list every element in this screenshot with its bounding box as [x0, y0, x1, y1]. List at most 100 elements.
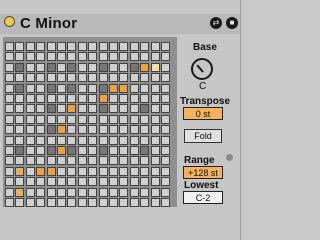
- grid-cell[interactable]: [67, 104, 76, 113]
- grid-cell[interactable]: [99, 125, 108, 134]
- device-on-toggle[interactable]: [4, 16, 15, 27]
- grid-cell[interactable]: [109, 177, 118, 186]
- grid-cell[interactable]: [119, 73, 128, 82]
- grid-cell[interactable]: [88, 136, 97, 145]
- grid-cell[interactable]: [78, 104, 87, 113]
- grid-cell[interactable]: [140, 63, 149, 72]
- grid-cell[interactable]: [57, 104, 66, 113]
- grid-cell[interactable]: [151, 156, 160, 165]
- grid-cell[interactable]: [5, 167, 14, 176]
- grid-cell[interactable]: [78, 52, 87, 61]
- grid-cell[interactable]: [130, 167, 139, 176]
- grid-cell[interactable]: [99, 177, 108, 186]
- grid-cell[interactable]: [119, 94, 128, 103]
- grid-cell[interactable]: [88, 73, 97, 82]
- grid-cell[interactable]: [36, 42, 45, 51]
- grid-cell[interactable]: [57, 198, 66, 207]
- grid-cell[interactable]: [15, 104, 24, 113]
- grid-cell[interactable]: [161, 73, 170, 82]
- grid-cell[interactable]: [78, 188, 87, 197]
- grid-cell[interactable]: [57, 125, 66, 134]
- grid-cell[interactable]: [140, 115, 149, 124]
- grid-cell[interactable]: [109, 125, 118, 134]
- grid-cell[interactable]: [67, 115, 76, 124]
- grid-cell[interactable]: [5, 52, 14, 61]
- grid-cell[interactable]: [26, 125, 35, 134]
- grid-cell[interactable]: [47, 84, 56, 93]
- grid-cell[interactable]: [36, 188, 45, 197]
- grid-cell[interactable]: [161, 188, 170, 197]
- grid-cell[interactable]: [47, 104, 56, 113]
- grid-cell[interactable]: [161, 167, 170, 176]
- grid-cell[interactable]: [151, 84, 160, 93]
- grid-cell[interactable]: [26, 198, 35, 207]
- grid-cell[interactable]: [47, 63, 56, 72]
- grid-cell[interactable]: [151, 125, 160, 134]
- grid-cell[interactable]: [140, 136, 149, 145]
- grid-cell[interactable]: [57, 94, 66, 103]
- grid-cell[interactable]: [140, 52, 149, 61]
- grid-cell[interactable]: [109, 104, 118, 113]
- grid-cell[interactable]: [119, 156, 128, 165]
- grid-cell[interactable]: [119, 167, 128, 176]
- grid-cell[interactable]: [140, 94, 149, 103]
- grid-cell[interactable]: [5, 198, 14, 207]
- grid-cell[interactable]: [140, 84, 149, 93]
- grid-cell[interactable]: [99, 84, 108, 93]
- grid-cell[interactable]: [78, 177, 87, 186]
- grid-cell[interactable]: [15, 115, 24, 124]
- grid-cell[interactable]: [130, 84, 139, 93]
- grid-cell[interactable]: [15, 167, 24, 176]
- grid-cell[interactable]: [161, 146, 170, 155]
- grid-cell[interactable]: [88, 198, 97, 207]
- grid-cell[interactable]: [57, 167, 66, 176]
- grid-cell[interactable]: [47, 156, 56, 165]
- grid-cell[interactable]: [26, 94, 35, 103]
- grid-cell[interactable]: [130, 115, 139, 124]
- grid-cell[interactable]: [5, 73, 14, 82]
- grid-cell[interactable]: [161, 136, 170, 145]
- grid-cell[interactable]: [109, 84, 118, 93]
- grid-cell[interactable]: [26, 84, 35, 93]
- grid-cell[interactable]: [119, 84, 128, 93]
- grid-cell[interactable]: [130, 146, 139, 155]
- grid-cell[interactable]: [99, 167, 108, 176]
- grid-cell[interactable]: [99, 104, 108, 113]
- grid-cell[interactable]: [47, 198, 56, 207]
- grid-cell[interactable]: [57, 156, 66, 165]
- grid-cell[interactable]: [161, 84, 170, 93]
- grid-cell[interactable]: [140, 177, 149, 186]
- grid-cell[interactable]: [15, 188, 24, 197]
- grid-cell[interactable]: [161, 156, 170, 165]
- grid-cell[interactable]: [67, 146, 76, 155]
- grid-cell[interactable]: [57, 73, 66, 82]
- grid-cell[interactable]: [36, 136, 45, 145]
- grid-cell[interactable]: [109, 198, 118, 207]
- grid-cell[interactable]: [99, 52, 108, 61]
- grid-cell[interactable]: [26, 52, 35, 61]
- grid-cell[interactable]: [67, 177, 76, 186]
- grid-cell[interactable]: [15, 125, 24, 134]
- grid-cell[interactable]: [140, 42, 149, 51]
- grid-cell[interactable]: [5, 146, 14, 155]
- grid-cell[interactable]: [26, 104, 35, 113]
- grid-cell[interactable]: [130, 73, 139, 82]
- grid-cell[interactable]: [130, 52, 139, 61]
- grid-cell[interactable]: [15, 177, 24, 186]
- grid-cell[interactable]: [151, 115, 160, 124]
- grid-cell[interactable]: [78, 84, 87, 93]
- grid-cell[interactable]: [151, 188, 160, 197]
- grid-cell[interactable]: [130, 125, 139, 134]
- grid-cell[interactable]: [140, 146, 149, 155]
- grid-cell[interactable]: [88, 63, 97, 72]
- grid-cell[interactable]: [140, 167, 149, 176]
- grid-cell[interactable]: [36, 125, 45, 134]
- grid-cell[interactable]: [151, 73, 160, 82]
- grid-cell[interactable]: [109, 94, 118, 103]
- grid-cell[interactable]: [130, 198, 139, 207]
- grid-cell[interactable]: [36, 63, 45, 72]
- grid-cell[interactable]: [78, 167, 87, 176]
- grid-cell[interactable]: [67, 42, 76, 51]
- grid-cell[interactable]: [130, 136, 139, 145]
- grid-cell[interactable]: [15, 42, 24, 51]
